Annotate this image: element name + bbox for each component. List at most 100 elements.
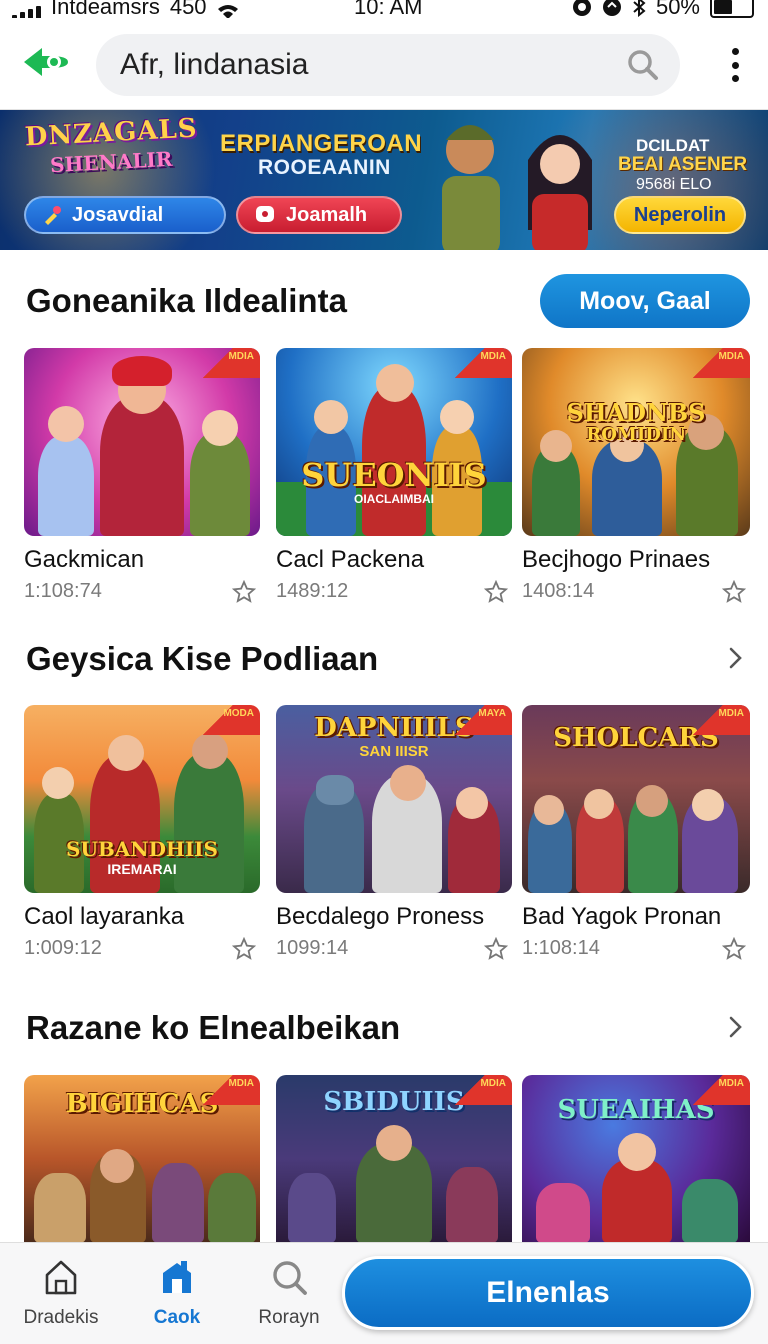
banner-title: ERPIANGEROAN	[220, 130, 423, 157]
game-thumbnail: DAPNIIILS SAN IIISR MAYA	[276, 705, 512, 893]
more-options-icon[interactable]	[730, 48, 740, 82]
banner-game-logo: DNZAGALS SHENALIR	[24, 113, 198, 203]
status-bar-right: 50%	[572, 0, 754, 18]
search-icon	[273, 1261, 307, 1295]
game-card[interactable]: DAPNIIILS SAN IIISR MAYA Becdalego Prone…	[276, 705, 512, 963]
game-thumbnail: SUEAIHAS MDIA	[522, 1075, 750, 1243]
game-art-subtitle: ROMIDIN	[586, 424, 686, 445]
banner-side-line2: BEAI ASENER	[618, 154, 748, 175]
game-duration: 1:108:14	[522, 937, 600, 959]
game-duration: 1:009:12	[24, 937, 102, 959]
card-badge: MDIA	[228, 1078, 254, 1089]
game-thumbnail: BIGIHCAS MDIA	[24, 1075, 260, 1243]
home-icon	[45, 1260, 77, 1295]
game-title: Becdalego Proness	[276, 903, 485, 930]
game-card[interactable]: MDIA Gackmican 1:108:74	[24, 348, 260, 606]
game-title: Gackmican	[24, 546, 145, 573]
banner-button-2[interactable]: Joamalh	[236, 196, 402, 234]
status-bar: Intdeamsrs 450 10: AM 50%	[0, 0, 768, 18]
star-icon[interactable]	[484, 580, 508, 604]
carrier-name: Intdeamsrs	[51, 0, 160, 18]
banner-button-1[interactable]: Josavdial	[24, 196, 226, 234]
chevron-right-icon[interactable]	[724, 1016, 746, 1038]
banner-button-3-label: Neperolin	[633, 203, 727, 226]
banner-side-line1: DCILDAT	[636, 136, 710, 155]
search-input[interactable]	[120, 44, 600, 86]
game-card[interactable]: SUBANDHIIS IREMARAI MODA Caol layaranka …	[24, 705, 260, 963]
game-title: Cacl Packena	[276, 546, 425, 573]
wifi-icon	[217, 5, 238, 18]
game-card[interactable]: SHOLCARS MDIA Bad Yagok Pronan 1:108:14	[522, 705, 750, 963]
game-art-title: SHADNBS	[566, 398, 706, 427]
nav-item-home[interactable]: Dradekis	[6, 1257, 116, 1329]
game-thumbnail: SUEONIIS OIACLAIMBAI MDIA	[276, 348, 512, 536]
game-duration: 1099:14	[276, 937, 349, 959]
card-badge: MDIA	[228, 351, 254, 362]
game-art-title: SUBANDHIIS	[66, 837, 218, 861]
star-icon[interactable]	[232, 580, 256, 604]
alarm-icon	[572, 0, 591, 16]
game-art-subtitle: IREMARAI	[107, 861, 177, 877]
section-title: Goneanika Ildealinta	[26, 282, 347, 319]
banner-characters-illustration	[442, 125, 592, 250]
game-art-subtitle: OIACLAIMBAI	[354, 492, 434, 506]
game-art-subtitle: SAN IIISR	[359, 743, 429, 760]
banner-button-3[interactable]: Neperolin	[614, 196, 746, 234]
nav-item-store[interactable]: Caok	[122, 1257, 232, 1329]
search-bar	[96, 34, 680, 96]
promo-banner[interactable]: DNZAGALS SHENALIR ERPIANGEROAN ROOEAANIN…	[0, 110, 768, 250]
card-badge: MDIA	[718, 351, 744, 362]
brush-icon	[45, 206, 61, 225]
card-badge: MDIA	[718, 708, 744, 719]
game-thumbnail: SUBANDHIIS IREMARAI MODA	[24, 705, 260, 893]
section-title: Razane ko Elnealbeikan	[26, 1009, 401, 1046]
battery-fill	[714, 0, 732, 14]
card-badge: MAYA	[478, 708, 506, 719]
nav-label-search: Rorayn	[258, 1307, 320, 1328]
sync-icon	[602, 0, 621, 16]
chevron-right-icon[interactable]	[724, 647, 746, 669]
game-card[interactable]: SBIDUIIS MDIA	[276, 1075, 512, 1243]
star-icon[interactable]	[484, 937, 508, 961]
primary-action-button[interactable]: Elnenlas	[342, 1256, 754, 1330]
game-card[interactable]: SUEONIIS OIACLAIMBAI MDIA Cacl Packena 1…	[276, 348, 512, 606]
game-thumbnail: SHADNBS ROMIDIN MDIA	[522, 348, 750, 536]
game-art-title: SUEONIIS	[301, 456, 487, 494]
top-bar	[0, 18, 768, 110]
game-duration: 1489:12	[276, 580, 349, 602]
search-icon[interactable]	[626, 48, 660, 82]
game-duration: 1408:14	[522, 580, 595, 602]
game-duration: 1:108:74	[24, 580, 102, 602]
game-thumbnail: SBIDUIIS MDIA	[276, 1075, 512, 1243]
see-more-button[interactable]: Moov, Gaal	[540, 274, 750, 328]
game-title: Becjhogo Prinaes	[522, 546, 711, 573]
star-icon[interactable]	[722, 937, 746, 961]
nav-item-search[interactable]: Rorayn	[234, 1257, 344, 1329]
game-card[interactable]: BIGIHCAS MDIA	[24, 1075, 260, 1243]
app-logo-icon[interactable]	[20, 44, 72, 80]
card-badge: MDIA	[718, 1078, 744, 1089]
card-badge: MDIA	[480, 1078, 506, 1089]
star-icon[interactable]	[722, 580, 746, 604]
banner-button-1-label: Josavdial	[72, 203, 164, 226]
store-icon	[163, 1261, 191, 1293]
section-title: Geysica Kise Podliaan	[26, 640, 379, 677]
status-bar-left: Intdeamsrs 450	[12, 0, 239, 18]
battery-percent: 50%	[655, 0, 700, 18]
game-thumbnail: SHOLCARS MDIA	[522, 705, 750, 893]
game-card[interactable]: SHADNBS ROMIDIN MDIA Becjhogo Prinaes 14…	[522, 348, 750, 606]
game-title: Caol layaranka	[24, 903, 185, 930]
chat-icon	[256, 206, 274, 222]
nav-label-store: Caok	[153, 1307, 201, 1328]
nav-label-home: Dradekis	[23, 1307, 99, 1328]
banner-button-2-label: Joamalh	[286, 203, 368, 226]
star-icon[interactable]	[232, 937, 256, 961]
card-badge: MDIA	[480, 351, 506, 362]
banner-side-line3: 9568i ELO	[636, 176, 712, 193]
battery-icon	[710, 0, 754, 18]
game-card[interactable]: SUEAIHAS MDIA	[522, 1075, 750, 1243]
card-badge: MODA	[223, 708, 254, 719]
banner-subtitle: ROOEAANIN	[258, 156, 391, 179]
game-thumbnail: MDIA	[24, 348, 260, 536]
bluetooth-icon	[633, 0, 646, 17]
